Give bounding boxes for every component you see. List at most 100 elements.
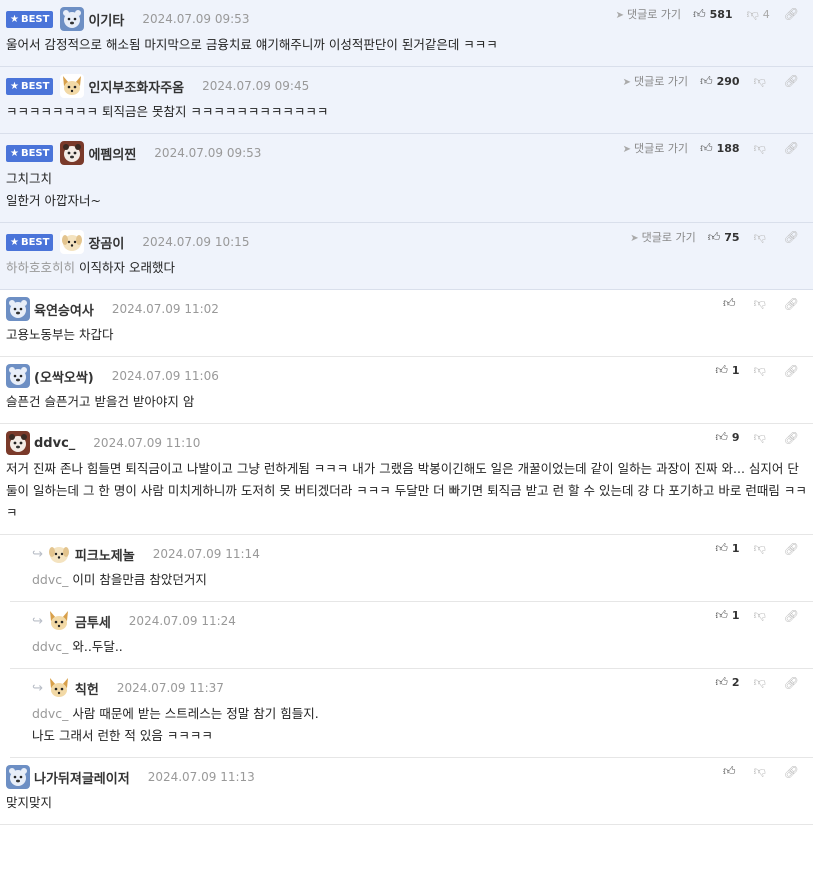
avatar[interactable] [60,141,85,165]
star-icon: ★ [10,13,19,25]
thumbs-up-icon: 👍︎ [700,73,713,88]
downvote-button[interactable]: 👎︎ [754,430,770,445]
link-icon[interactable]: 🔗︎ [784,676,799,690]
comment-date: 2024.07.09 09:53 [142,12,250,26]
comment-actions: 👍︎ 👎︎ 🔗︎ [723,296,799,311]
best-badge: ★ BEST [6,10,54,28]
comment-list: ★ BEST 이기타 2024.07.09 09:53 ➤ 댓글로 가기 👍︎ 581… [0,0,813,825]
thumbs-down-icon: 👎︎ [746,6,759,21]
link-icon[interactable]: 🔗︎ [784,364,799,378]
downvote-button[interactable]: 👎︎ [754,541,770,556]
comment-actions: ➤ 댓글로 가기 👍︎ 75 👎︎ 🔗︎ [630,229,799,245]
upvote-button[interactable]: 👍︎ 1 [715,541,739,556]
comment-text: 이미 참을만큼 참았던거지 [72,572,207,587]
upvote-button[interactable]: 👍︎ 581 [693,7,733,22]
downvote-button[interactable]: 👎︎ [754,675,770,690]
comment-actions: ➤ 댓글로 가기 👍︎ 290 👎︎ 🔗︎ [623,73,799,89]
nickname[interactable]: ddvc_ [34,436,75,451]
nickname[interactable]: 칙헌 [75,679,99,698]
upvote-button[interactable]: 👍︎ 75 [708,230,740,245]
reply-mention[interactable]: ddvc_ [32,572,68,587]
downvote-button[interactable]: 👎︎ [754,141,770,156]
avatar[interactable] [46,676,71,700]
nickname[interactable]: 인지부조화자주옴 [88,77,184,96]
thumbs-down-icon: 👎︎ [753,140,766,155]
downvote-button[interactable]: 👎︎ 4 [747,7,770,22]
avatar[interactable] [6,431,30,455]
link-icon[interactable]: 🔗︎ [784,74,799,88]
upvote-count: 1 [731,609,740,622]
avatar[interactable] [6,297,30,321]
nickname[interactable]: 육연승여사 [34,300,94,319]
comment-date: 2024.07.09 11:37 [116,681,224,695]
comment-header: 육연승여사 2024.07.09 11:02 [6,297,807,321]
goto-comment-link[interactable]: ➤ 댓글로 가기 [616,6,682,22]
navigate-arrow-icon: ➤ [622,77,631,88]
link-icon[interactable]: 🔗︎ [784,765,799,779]
upvote-button[interactable]: 👍︎ 188 [700,141,740,156]
avatar[interactable] [60,74,85,98]
upvote-button[interactable]: 👍︎ [723,296,740,311]
link-icon[interactable]: 🔗︎ [784,609,799,623]
downvote-button[interactable]: 👎︎ [754,296,770,311]
thumbs-down-icon: 👎︎ [753,675,766,689]
nickname[interactable]: 피크노제놀 [75,545,135,564]
reply-mention[interactable]: ddvc_ [32,706,68,721]
link-icon[interactable]: 🔗︎ [784,7,799,21]
goto-comment-link[interactable]: ➤ 댓글로 가기 [630,229,696,245]
star-icon: ★ [10,147,19,159]
reply-mention[interactable]: ddvc_ [32,639,68,654]
upvote-button[interactable]: 👍︎ [723,764,740,779]
comment-text: 슬픈건 슬픈거고 받을건 받아야지 암 [6,394,195,409]
nickname[interactable]: 장곰이 [88,233,124,252]
comment-actions: ➤ 댓글로 가기 👍︎ 581 👎︎ 4 🔗︎ [616,6,799,22]
downvote-button[interactable]: 👎︎ [754,764,770,779]
link-icon[interactable]: 🔗︎ [784,297,799,311]
comment-date: 2024.07.09 11:24 [128,614,236,628]
upvote-button[interactable]: 👍︎ 2 [715,675,739,690]
downvote-button[interactable]: 👎︎ [754,74,770,89]
nickname[interactable]: 에펨의찐 [88,144,136,163]
link-icon[interactable]: 🔗︎ [784,431,799,445]
comment-body: ㅋㅋㅋㅋㅋㅋㅋㅋ 퇴직금은 못참지 ㅋㅋㅋㅋㅋㅋㅋㅋㅋㅋㅋㅋ [6,101,807,123]
comment-item: ★ BEST 이기타 2024.07.09 09:53 ➤ 댓글로 가기 👍︎ 581… [0,0,813,67]
comment-body: 하하호호히히 이직하자 오래했다 [6,257,807,279]
upvote-button[interactable]: 👍︎ 290 [700,74,740,89]
upvote-button[interactable]: 👍︎ 1 [715,363,739,378]
upvote-button[interactable]: 👍︎ 1 [715,608,739,623]
comment-header: (오싹오싹) 2024.07.09 11:06 [6,364,807,388]
nickname[interactable]: 이기타 [88,10,124,29]
thumbs-down-icon: 👎︎ [753,541,766,555]
nickname[interactable]: (오싹오싹) [34,367,94,386]
comment-text: 울어서 감정적으로 해소됨 마지막으로 금융치료 얘기해주니까 이성적판단이 된… [6,37,498,52]
navigate-arrow-icon: ➤ [622,144,631,155]
comment-date: 2024.07.09 11:14 [152,547,260,561]
comment-actions: 👍︎ 1 👎︎ 🔗︎ [715,608,799,623]
link-icon[interactable]: 🔗︎ [784,230,799,244]
avatar[interactable] [60,230,85,254]
nickname[interactable]: 나가뒤져글레이저 [34,768,130,787]
thumbs-down-icon: 👎︎ [753,764,766,778]
comment-header: 나가뒤져글레이저 2024.07.09 11:13 [6,765,807,789]
nickname[interactable]: 금투세 [75,612,111,631]
avatar[interactable] [6,765,30,789]
reply-mention[interactable]: 하하호호히히 [6,260,75,275]
avatar[interactable] [60,7,85,31]
upvote-button[interactable]: 👍︎ 9 [715,430,739,445]
avatar[interactable] [46,609,71,633]
goto-comment-link[interactable]: ➤ 댓글로 가기 [623,73,689,89]
star-icon: ★ [10,80,19,92]
link-icon[interactable]: 🔗︎ [784,542,799,556]
avatar[interactable] [6,364,30,388]
downvote-button[interactable]: 👎︎ [754,608,770,623]
thumbs-up-icon: 👍︎ [693,6,706,21]
link-icon[interactable]: 🔗︎ [784,141,799,155]
comment-actions: 👍︎ 1 👎︎ 🔗︎ [715,363,799,378]
comment-date: 2024.07.09 11:13 [147,770,255,784]
reply-arrow-icon: ↪ [32,613,43,629]
downvote-count: 4 [762,7,770,21]
downvote-button[interactable]: 👎︎ [754,363,770,378]
avatar[interactable] [46,542,71,566]
downvote-button[interactable]: 👎︎ [754,230,770,245]
goto-comment-link[interactable]: ➤ 댓글로 가기 [623,140,689,156]
